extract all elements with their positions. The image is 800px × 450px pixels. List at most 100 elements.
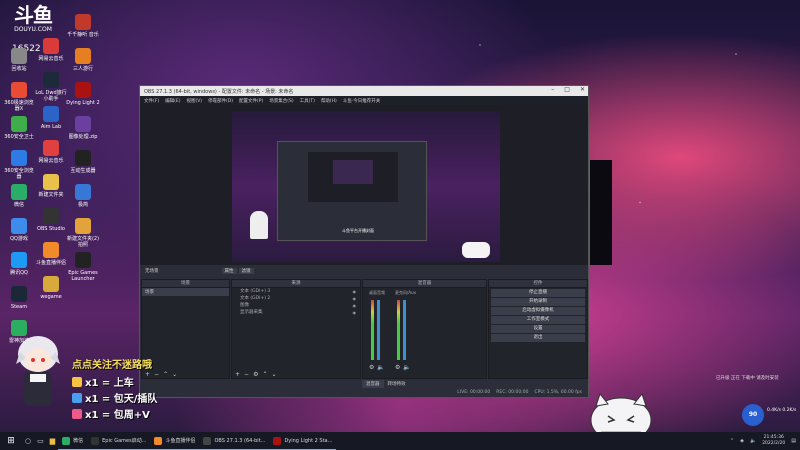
desktop-icon[interactable]: QQ游戏 bbox=[2, 218, 36, 242]
app-icon bbox=[11, 48, 27, 64]
source-item[interactable]: 显示器采集 ◉ bbox=[232, 309, 360, 316]
taskbar-app-button[interactable]: Dying Light 2 Sta... bbox=[269, 432, 337, 450]
tray-chevron-icon[interactable]: ⌃ bbox=[730, 438, 734, 444]
anime-character bbox=[16, 336, 60, 406]
desktop-icon[interactable]: 360安全浏览器 bbox=[2, 150, 36, 180]
remove-icon[interactable]: − bbox=[154, 371, 159, 378]
search-icon[interactable]: ○ bbox=[22, 432, 34, 450]
obs-window[interactable]: OBS 27.1.3 (64-bit, windows) - 配置文件: 未命名… bbox=[139, 85, 589, 398]
desktop-icon-label: Epic Games Launcher bbox=[68, 270, 98, 282]
speaker-icon[interactable]: 🔈 bbox=[403, 364, 410, 371]
menu-profile[interactable]: 配置文件(P) bbox=[239, 98, 263, 104]
desktop-icon[interactable]: 三人游行 bbox=[66, 48, 100, 72]
studio-mode-button[interactable]: 工作室模式 bbox=[491, 316, 585, 324]
app-icon bbox=[43, 208, 59, 224]
menu-help[interactable]: 帮助(H) bbox=[321, 98, 337, 104]
eye-icon[interactable]: ◉ bbox=[353, 310, 357, 316]
move-up-icon[interactable]: ⌃ bbox=[262, 371, 267, 378]
desktop-icon[interactable]: 360极速浏览器X bbox=[2, 82, 36, 112]
taskbar-app-button[interactable]: OBS 27.1.3 (64-bit... bbox=[199, 432, 270, 450]
desktop-icon[interactable]: Steam bbox=[2, 286, 36, 310]
menu-douyu[interactable]: 斗鱼·今日推荐开关 bbox=[343, 98, 380, 104]
overlay-line-text: x1 = 包天/插队 bbox=[85, 394, 158, 405]
obs-title-bar[interactable]: OBS 27.1.3 (64-bit, windows) - 配置文件: 未命名… bbox=[140, 86, 588, 96]
menu-view[interactable]: 视图(V) bbox=[186, 98, 202, 104]
menu-scene-collection[interactable]: 场景集合(S) bbox=[269, 98, 293, 104]
desktop-icon[interactable]: 新建文件夹 bbox=[34, 174, 68, 198]
desktop-icon[interactable]: 斗鱼直播伴侣 bbox=[34, 242, 68, 266]
start-recording-button[interactable]: 开始录制 bbox=[491, 298, 585, 306]
douyu-watermark: 斗鱼 DOUYU.COM bbox=[6, 4, 60, 33]
desktop-icon[interactable]: 网易云音乐 bbox=[34, 140, 68, 164]
ticket-icon bbox=[72, 376, 82, 387]
move-up-icon[interactable]: ⌃ bbox=[163, 371, 168, 378]
close-icon[interactable]: ✕ bbox=[580, 86, 585, 93]
gear-icon[interactable]: ⚙ bbox=[395, 364, 400, 371]
maximize-icon[interactable]: □ bbox=[564, 86, 570, 93]
desktop-icon[interactable]: Epic Games Launcher bbox=[66, 252, 100, 282]
menu-edit[interactable]: 编辑(E) bbox=[165, 98, 180, 104]
exit-button[interactable]: 退出 bbox=[491, 334, 585, 342]
speaker-icon[interactable]: 🔈 bbox=[377, 364, 384, 371]
start-virtualcam-button[interactable]: 启动虚拟摄像机 bbox=[491, 307, 585, 315]
network-icon[interactable]: ◈ bbox=[740, 438, 744, 444]
mixer-channel-mic: 麦克风/Aux bbox=[395, 290, 416, 295]
menu-file[interactable]: 文件(F) bbox=[144, 98, 159, 104]
desktop-icon[interactable]: wegame bbox=[34, 276, 68, 300]
desktop-icon[interactable]: 图像处理.zip bbox=[66, 116, 100, 140]
gear-icon[interactable]: ⚙ bbox=[253, 371, 258, 378]
minimize-icon[interactable]: – bbox=[551, 86, 554, 93]
folder-icon[interactable]: ▆ bbox=[47, 432, 58, 450]
remove-icon[interactable]: − bbox=[244, 371, 249, 378]
scene-item[interactable]: 场景 bbox=[142, 288, 229, 296]
taskbar-app-label: Dying Light 2 Sta... bbox=[284, 437, 333, 444]
desktop-icon[interactable]: 极简 bbox=[66, 184, 100, 208]
stop-streaming-button[interactable]: 停止直播 bbox=[491, 289, 585, 297]
app-icon bbox=[11, 184, 27, 200]
notification-icon[interactable]: ▤ bbox=[791, 438, 796, 444]
desktop-icon[interactable]: 新建文件夹(2) 拍照 bbox=[66, 218, 100, 248]
desktop-icon[interactable]: LoL Dwd旅行 小助手 bbox=[34, 72, 68, 102]
source-item[interactable]: 文本 (GDI+) 3 ◉ bbox=[232, 288, 360, 295]
app-icon bbox=[43, 38, 59, 54]
menu-tools[interactable]: 工具(T) bbox=[300, 98, 315, 104]
volume-icon[interactable]: 🔈 bbox=[750, 438, 756, 444]
add-icon[interactable]: + bbox=[145, 371, 150, 378]
windows-start-icon[interactable]: ⊞ bbox=[0, 432, 22, 450]
tab-mixer[interactable]: 混音器 bbox=[362, 380, 384, 388]
tab-properties[interactable]: 属性 bbox=[221, 268, 237, 274]
desktop-icon[interactable]: 互动生成器 bbox=[66, 150, 100, 174]
taskbar-app-button[interactable]: Epic Games启动... bbox=[87, 432, 151, 450]
app-icon bbox=[43, 174, 59, 190]
desktop-icon[interactable]: 网易云音乐 bbox=[34, 38, 68, 62]
desktop-icon[interactable]: 360安全卫士 bbox=[2, 116, 36, 140]
add-icon[interactable]: + bbox=[235, 371, 240, 378]
taskbar-app-button[interactable]: 斗鱼直播伴侣 bbox=[150, 432, 200, 450]
desktop-icon[interactable]: 回收站 bbox=[2, 48, 36, 72]
volume-fader[interactable] bbox=[377, 300, 380, 360]
clock[interactable]: 21:45:36 2022/2/20 bbox=[762, 435, 785, 447]
source-item[interactable]: 图像 ◉ bbox=[232, 302, 360, 309]
move-down-icon[interactable]: ⌄ bbox=[271, 371, 276, 378]
desktop-icon[interactable]: 腾讯QQ bbox=[2, 252, 36, 276]
gear-icon[interactable]: ⚙ bbox=[369, 364, 374, 371]
settings-button[interactable]: 设置 bbox=[491, 325, 585, 333]
desktop-icon[interactable]: Dying Light 2 bbox=[66, 82, 100, 106]
move-down-icon[interactable]: ⌄ bbox=[172, 371, 177, 378]
source-label: 文本 (GDI+) 2 bbox=[240, 296, 271, 301]
menu-docks[interactable]: 停靠部件(D) bbox=[208, 98, 233, 104]
tab-transitions[interactable]: 转场特效 bbox=[383, 380, 410, 388]
desktop-icon[interactable]: OBS Studio bbox=[34, 208, 68, 232]
source-item[interactable]: 文本 (GDI+) 2 ◉ bbox=[232, 295, 360, 302]
scenes-dock-title: 场景 bbox=[142, 280, 229, 288]
task-view-icon[interactable]: ▭ bbox=[34, 432, 47, 450]
desktop-icon[interactable]: 千千静听 音乐 bbox=[66, 14, 100, 38]
stream-preview[interactable]: 斗鱼平台开播封面 bbox=[232, 111, 500, 262]
tab-filters[interactable]: 滤镜 bbox=[238, 268, 254, 274]
taskbar-app-button[interactable]: 微信 bbox=[58, 432, 88, 450]
desktop-icon[interactable]: Aim Lab bbox=[34, 106, 68, 130]
taskbar: ⊞ ○ ▭ ▆ 微信 Epic Games启动... 斗鱼直播伴侣 OBS 27.1.… bbox=[0, 432, 800, 450]
net-speed-ball[interactable]: 90 bbox=[742, 404, 764, 426]
desktop-icon[interactable]: 微信 bbox=[2, 184, 36, 208]
volume-fader[interactable] bbox=[403, 300, 406, 360]
